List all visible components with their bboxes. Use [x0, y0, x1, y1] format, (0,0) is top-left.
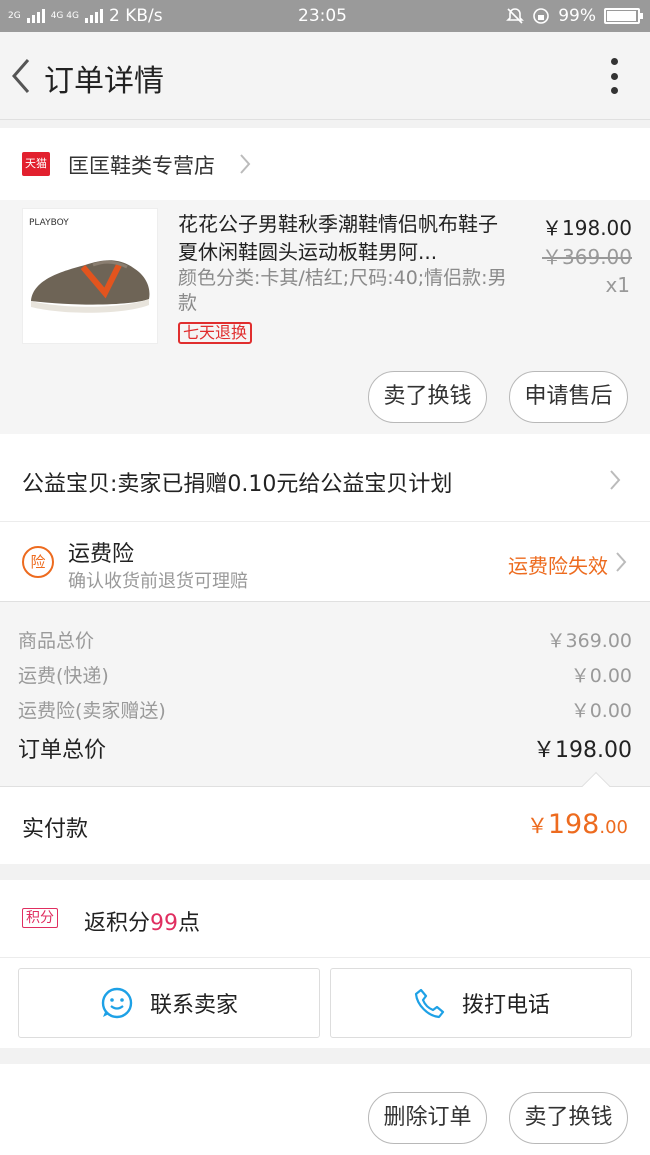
battery-percent: 99%	[558, 6, 596, 26]
brand-logo-text: PLAYBOY	[29, 218, 69, 228]
points-row: 积分 返积分99点	[0, 880, 650, 958]
phone-icon	[414, 988, 445, 1019]
clock: 23:05	[298, 6, 347, 26]
product-spec: 颜色分类:卡其/桔红;尺码:40;情侣款:男款	[178, 267, 507, 314]
contact-seller-button[interactable]: 联系卖家	[18, 968, 320, 1038]
total-label: 运费险(卖家赠送)	[18, 700, 166, 722]
shop-header[interactable]: 天猫 匡匡鞋类专营店	[0, 128, 650, 200]
amount-integer: 198	[547, 809, 600, 840]
network-speed: 2 KB/s	[108, 6, 163, 26]
return-policy-tag: 七天退换	[178, 322, 253, 344]
points-prefix: 返积分	[84, 911, 151, 936]
total-value: ￥369.00	[546, 630, 632, 652]
order-total-label: 订单总价	[18, 738, 107, 763]
nav-bar: 订单详情	[0, 32, 650, 120]
total-row: 运费(快递) ￥0.00	[18, 661, 632, 688]
charity-row[interactable]: 公益宝贝:卖家已捐赠0.10元给公益宝贝计划	[0, 434, 650, 522]
sell-for-cash-button[interactable]: 卖了换钱	[368, 371, 487, 423]
insurance-title: 运费险	[68, 542, 135, 567]
network-type-2: 4G 4G	[50, 10, 79, 21]
insurance-icon: 险	[22, 546, 54, 578]
points-number: 99	[150, 911, 179, 936]
order-item-section: 天猫 匡匡鞋类专营店 PLAYBOY 花花公子男鞋秋季潮鞋情侣帆布鞋子夏休闲鞋圆…	[0, 128, 650, 434]
back-arrow-icon[interactable]	[6, 54, 36, 98]
product-image[interactable]: PLAYBOY	[22, 208, 158, 344]
product-original-price: ￥369.00	[542, 245, 632, 269]
total-label: 运费(快递)	[18, 665, 109, 687]
amount-decimal: .00	[599, 817, 628, 838]
sell-for-cash-button[interactable]: 卖了换钱	[509, 1092, 628, 1144]
chat-bubble-icon	[101, 987, 133, 1019]
shop-name[interactable]: 匡匡鞋类专营店	[68, 150, 215, 180]
call-button[interactable]: 拨打电话	[330, 968, 632, 1038]
total-value: ￥0.00	[570, 700, 632, 722]
total-row: 运费险(卖家赠送) ￥0.00	[18, 696, 632, 723]
status-bar: 2G 4G 4G 2 KB/s 23:05 99%	[0, 0, 650, 32]
points-text: 返积分99点	[84, 905, 200, 937]
total-value: ￥0.00	[570, 665, 632, 687]
price-summary: 商品总价 ￥369.00 运费(快递) ￥0.00 运费险(卖家赠送) ￥0.0…	[0, 602, 650, 786]
status-left: 2G 4G 4G 2 KB/s	[8, 6, 163, 26]
battery-icon	[604, 8, 643, 24]
more-options-icon[interactable]	[608, 58, 620, 94]
product-quantity: x1	[605, 273, 630, 297]
call-label: 拨打电话	[461, 993, 550, 1018]
chevron-right-icon	[240, 154, 251, 174]
chevron-right-icon	[610, 470, 621, 490]
total-label: 商品总价	[18, 630, 95, 652]
product-title[interactable]: 花花公子男鞋秋季潮鞋情侣帆布鞋子夏休闲鞋圆头运动板鞋男阿...	[178, 210, 508, 266]
chevron-right-icon	[616, 552, 627, 572]
shoe-image: PLAYBOY	[29, 218, 150, 313]
signal-icon-2	[84, 9, 103, 23]
signal-icon	[26, 9, 45, 23]
delete-order-button[interactable]: 删除订单	[368, 1092, 487, 1144]
order-total-value: ￥198.00	[533, 738, 632, 763]
tmall-badge: 天猫	[22, 152, 50, 176]
amount-paid-row: 实付款 ￥198.00	[0, 771, 650, 864]
mute-bell-icon	[506, 8, 525, 24]
product-price: ￥198.00	[542, 216, 632, 240]
order-total-row: 订单总价 ￥198.00	[18, 732, 632, 764]
page-title: 订单详情	[44, 64, 164, 99]
contact-actions: 联系卖家 拨打电话	[0, 958, 650, 1048]
points-badge: 积分	[22, 908, 58, 928]
insurance-status: 运费险失效	[508, 554, 608, 578]
insurance-subtitle: 确认收货前退货可理赔	[68, 571, 248, 592]
network-type-1: 2G	[8, 10, 21, 21]
amount-paid-label: 实付款	[22, 817, 89, 842]
contact-seller-label: 联系卖家	[149, 993, 238, 1018]
status-right: 99%	[506, 6, 643, 26]
rotation-lock-icon	[533, 8, 550, 24]
currency-symbol: ￥	[526, 814, 548, 838]
total-row: 商品总价 ￥369.00	[18, 626, 632, 653]
points-suffix: 点	[178, 911, 201, 936]
after-sales-button[interactable]: 申请售后	[509, 371, 628, 423]
charity-text: 公益宝贝:卖家已捐赠0.10元给公益宝贝计划	[22, 472, 453, 497]
shipping-insurance-row[interactable]: 险 运费险 确认收货前退货可理赔 运费险失效	[0, 522, 650, 602]
amount-paid-value: ￥198.00	[527, 809, 628, 840]
bottom-action-bar: 删除订单 卖了换钱	[0, 1064, 650, 1155]
